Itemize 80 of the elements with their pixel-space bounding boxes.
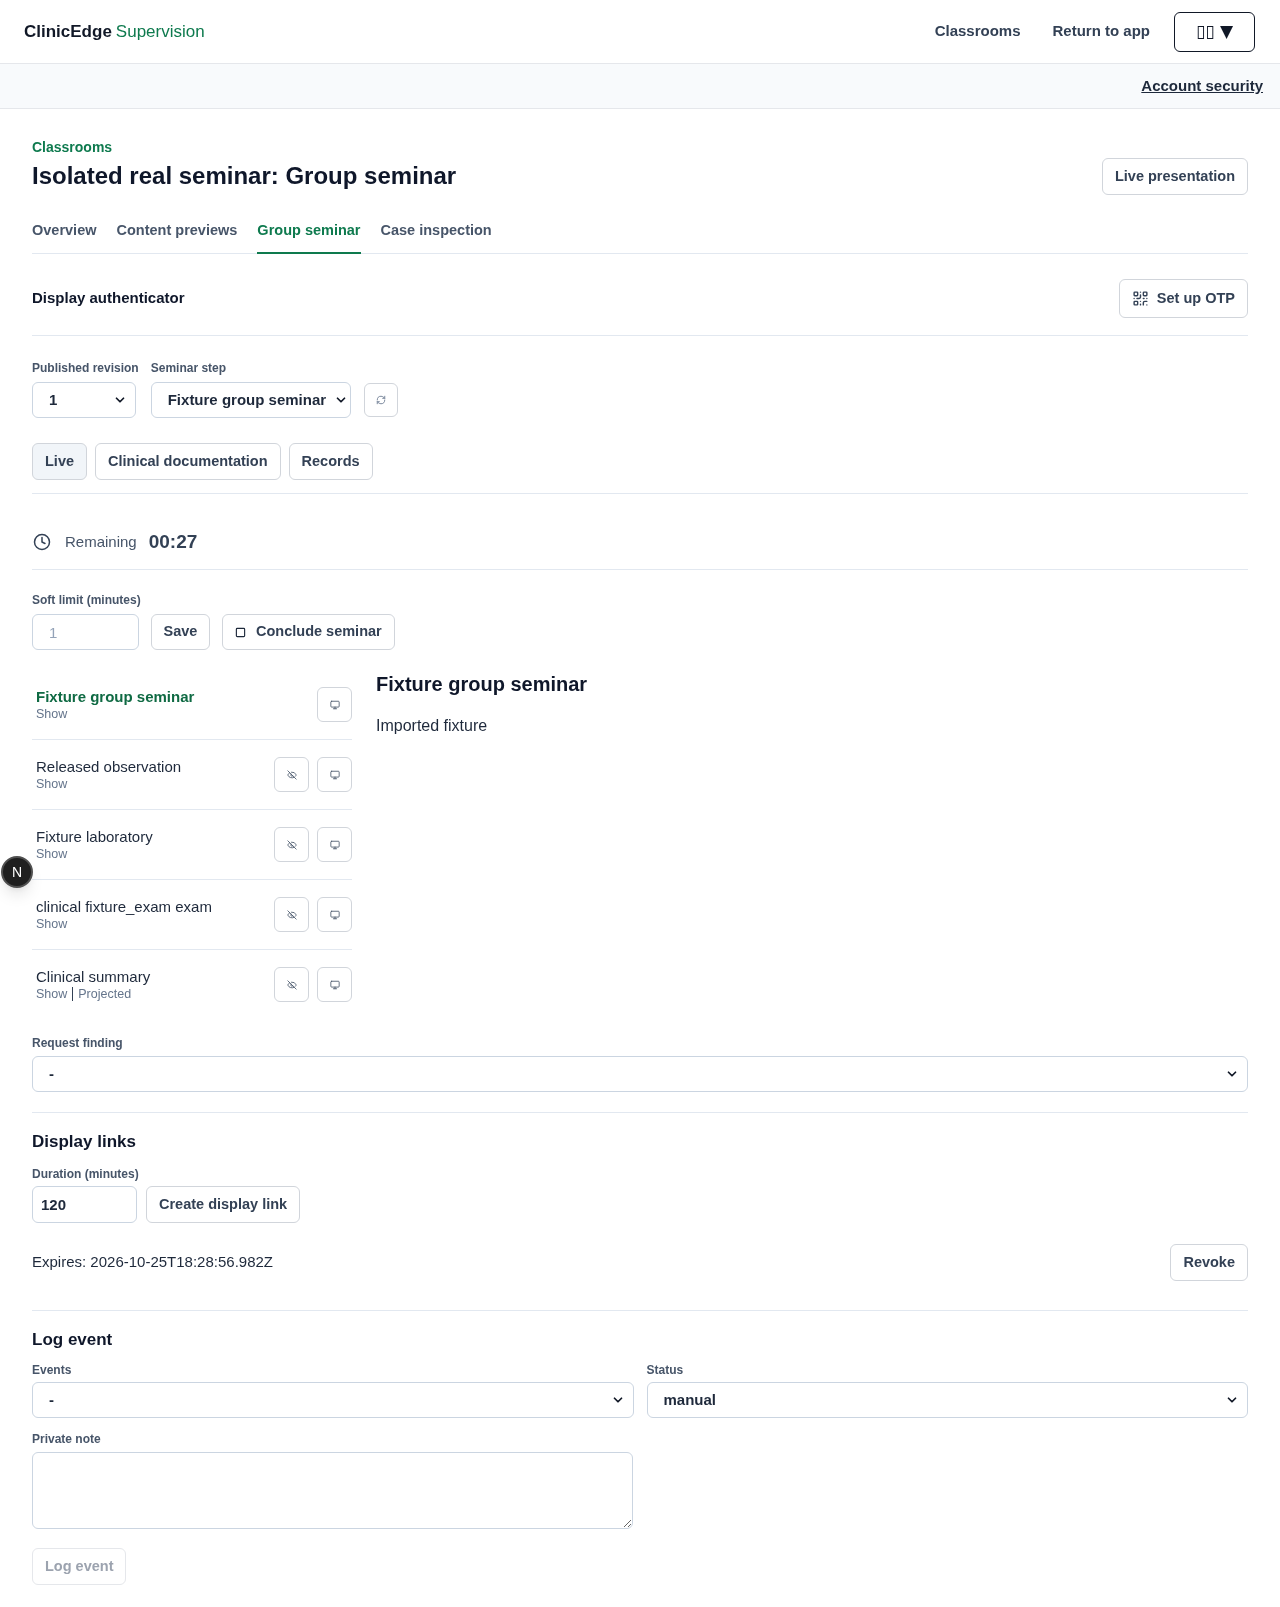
dev-tools-button[interactable]: N [1,856,33,888]
eye-off-icon [286,909,297,920]
duration-field[interactable]: 120 [32,1186,137,1223]
field-label: Duration (minutes) [32,1166,140,1182]
qr-code-icon [1131,290,1149,307]
menu-button[interactable]: ▯▯ ▼ [1174,11,1255,52]
step-select[interactable]: Fixture group seminar [150,382,351,418]
present-button[interactable] [317,897,352,932]
step-title[interactable]: Clinical summary [36,967,151,986]
step-title[interactable]: Fixture group seminar [36,687,195,706]
tab[interactable]: Group seminar [257,220,361,254]
expiry-text: Expires: 2026-10-25T18:28:56.982Z [32,1252,273,1273]
timer-value: 00:27 [148,530,198,554]
events-select[interactable]: - [32,1382,634,1418]
square-icon [235,626,246,638]
field-label: Published revision [32,360,139,376]
section-title: Display authenticator [32,288,185,309]
field-label: Status [646,1362,685,1378]
account-security-link[interactable]: Account security [1141,74,1263,98]
preview-title: Fixture group seminar [376,672,589,697]
status-select[interactable]: manual [646,1382,1248,1418]
tab[interactable]: Content previews [116,220,238,254]
step-status: Show [36,705,68,722]
present-button[interactable] [317,827,352,862]
step-status: Show [36,985,68,1002]
breadcrumb-link[interactable]: Classrooms [32,137,457,157]
monitor-icon [329,769,340,780]
tab[interactable]: Overview [32,220,97,254]
view-toggle-button[interactable]: Records [288,443,373,480]
revision-select[interactable]: 1 [32,382,136,418]
view-toggle-button[interactable]: Clinical documentation [95,443,281,480]
hide-button[interactable] [274,757,309,792]
conclude-seminar-button[interactable]: Conclude seminar [222,614,395,650]
clock-icon [33,533,51,551]
request-finding-select[interactable]: - [32,1056,1248,1092]
step-status: Show [36,845,68,862]
section-heading: Display links [32,1131,137,1153]
step-title[interactable]: Fixture laboratory [36,827,153,846]
step-status: Show [36,915,68,932]
preview-text: Imported fixture [376,716,489,736]
eye-off-icon [286,769,297,780]
brand-name: ClinicEdge [24,20,112,43]
step-title[interactable]: Released observation [36,757,182,776]
set-up-otp-button[interactable]: Set up OTP [1118,279,1248,318]
section-heading: Log event [32,1329,114,1351]
step-status: Projected [78,985,132,1002]
field-label: Request finding [32,1035,124,1051]
monitor-icon [329,699,340,710]
product-name: Supervision [115,20,205,43]
present-button[interactable] [317,757,352,792]
timer-label: Remaining [65,531,137,552]
live-presentation-button[interactable]: Live presentation [1101,158,1248,195]
field-label: Soft limit (minutes) [32,592,142,608]
hide-button[interactable] [274,897,309,932]
tab[interactable]: Case inspection [380,220,492,254]
nav-link[interactable]: Return to app [1052,20,1150,43]
refresh-button[interactable] [363,383,398,417]
present-button[interactable] [317,967,352,1002]
monitor-icon [329,909,340,920]
present-button[interactable] [317,687,352,722]
eye-off-icon [286,979,297,990]
field-label: Events [32,1362,73,1378]
field-label: Seminar step [150,360,228,376]
view-toggle-button[interactable]: Live [32,443,87,480]
save-button[interactable]: Save [151,614,210,650]
private-note-field[interactable] [32,1452,633,1529]
soft-limit-field[interactable]: 1 [32,614,139,650]
monitor-icon [329,979,340,990]
nav-link[interactable]: Classrooms [934,20,1021,43]
eye-off-icon [286,839,297,850]
hide-button[interactable] [274,827,309,862]
step-status: Show [36,775,68,792]
hide-button[interactable] [274,967,309,1002]
field-label: Private note [32,1431,102,1447]
refresh-icon [375,395,386,405]
page-title: Isolated real seminar: Group seminar [32,161,457,191]
monitor-icon [329,839,340,850]
step-title[interactable]: clinical fixture_exam exam [36,897,212,916]
revoke-button[interactable]: Revoke [1170,1244,1248,1281]
create-display-link-button[interactable]: Create display link [146,1186,301,1223]
